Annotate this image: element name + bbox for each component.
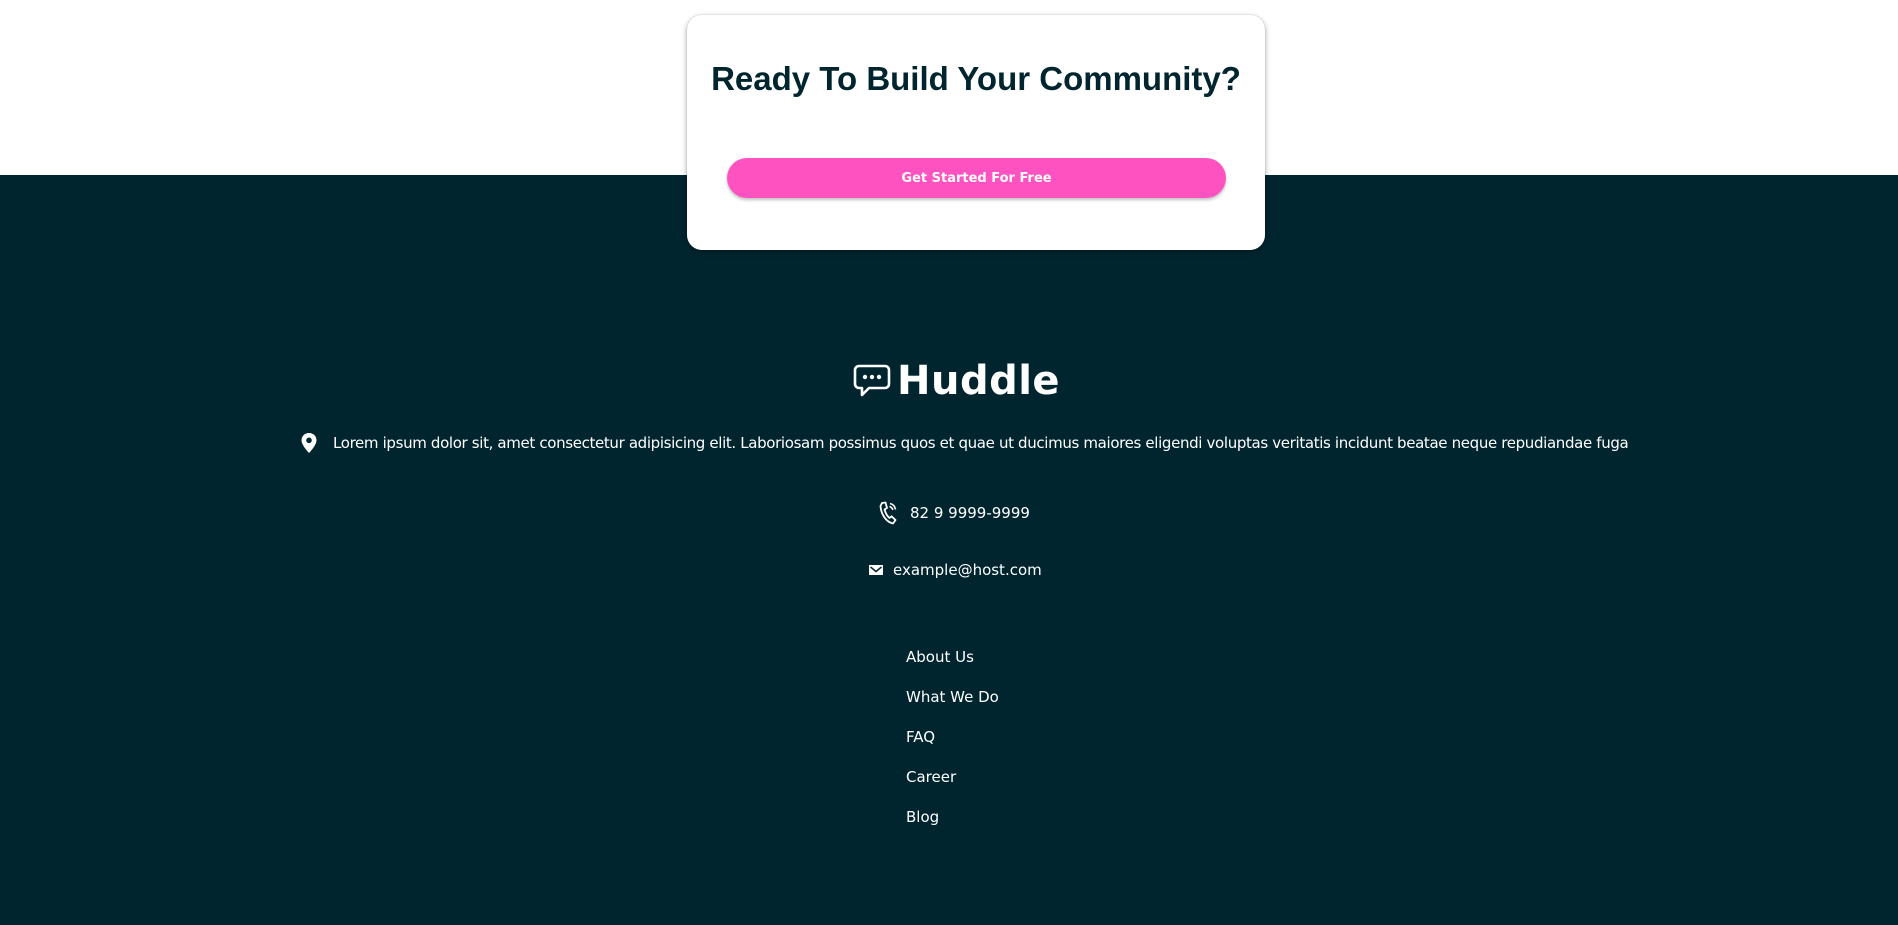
email-address: example@host.com xyxy=(893,561,1042,579)
footer-nav-item: About Us xyxy=(906,645,999,685)
get-started-button[interactable]: Get Started For Free xyxy=(727,158,1226,198)
footer-link-what-we-do[interactable]: What We Do xyxy=(906,688,999,706)
footer-email: example@host.com xyxy=(868,557,1042,583)
footer-nav-item: FAQ xyxy=(906,725,999,765)
footer-link-faq[interactable]: FAQ xyxy=(906,728,935,746)
footer-link-career[interactable]: Career xyxy=(906,768,956,786)
footer-nav-item: Career xyxy=(906,765,999,805)
location-pin-icon xyxy=(300,432,318,454)
chat-bubble-icon xyxy=(853,362,891,400)
footer-nav-item: Blog xyxy=(906,805,999,845)
footer-nav: About Us What We Do FAQ Career Blog xyxy=(906,645,999,845)
cta-title: Ready To Build Your Community? xyxy=(711,60,1241,97)
mail-icon xyxy=(868,563,884,577)
footer-address: Lorem ipsum dolor sit, amet consectetur … xyxy=(300,430,1629,456)
footer-nav-item: What We Do xyxy=(906,685,999,725)
phone-number: 82 9 9999-9999 xyxy=(910,504,1030,522)
phone-icon xyxy=(878,501,898,525)
footer-logo[interactable]: Huddle xyxy=(853,356,1060,406)
footer-link-about-us[interactable]: About Us xyxy=(906,648,974,666)
cta-card: Ready To Build Your Community? Get Start… xyxy=(687,15,1265,250)
footer-phone: 82 9 9999-9999 xyxy=(878,500,1030,526)
footer-link-blog[interactable]: Blog xyxy=(906,808,939,826)
address-text: Lorem ipsum dolor sit, amet consectetur … xyxy=(333,434,1629,452)
brand-name: Huddle xyxy=(897,358,1061,404)
